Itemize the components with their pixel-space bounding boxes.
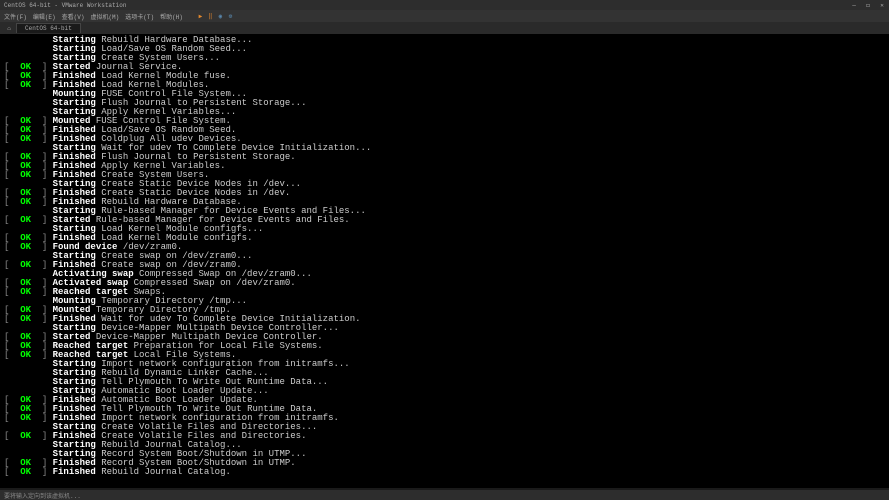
menu-help[interactable]: 帮助(H): [160, 12, 183, 21]
menubar: 文件(F) 编辑(E) 查看(V) 虚拟机(M) 选项卡(T) 帮助(H) ▶ …: [0, 10, 889, 22]
snapshot-icon[interactable]: ◉: [217, 13, 224, 20]
statusbar: 要将输入定向到该虚拟机...: [0, 490, 889, 500]
titlebar: CentOS 64-bit - VMware Workstation — ◻ ✕: [0, 0, 889, 10]
menu-edit[interactable]: 编辑(E): [33, 12, 56, 21]
maximize-button[interactable]: ◻: [861, 0, 875, 10]
home-tab-icon[interactable]: ⌂: [4, 25, 14, 32]
window-buttons: — ◻ ✕: [847, 0, 889, 10]
console-line: [ OK ] Finished Rebuild Journal Catalog.: [4, 468, 885, 477]
play-icon[interactable]: ▶: [197, 13, 204, 20]
settings-icon[interactable]: ⚙: [227, 13, 234, 20]
statusbar-text: 要将输入定向到该虚拟机...: [4, 493, 81, 500]
console-output[interactable]: Starting Rebuild Hardware Database... St…: [0, 34, 889, 488]
menu-vm[interactable]: 虚拟机(M): [90, 12, 119, 21]
menu-tabs[interactable]: 选项卡(T): [125, 12, 154, 21]
toolbar: ▶ ‖ ◉ ⚙: [197, 13, 234, 20]
pause-icon[interactable]: ‖: [207, 13, 214, 20]
menu-file[interactable]: 文件(F): [4, 12, 27, 21]
tabbar: ⌂ CentOS 64-bit: [0, 22, 889, 34]
window-title: CentOS 64-bit - VMware Workstation: [4, 2, 126, 9]
close-button[interactable]: ✕: [875, 0, 889, 10]
tab-active[interactable]: CentOS 64-bit: [16, 23, 81, 33]
menu-view[interactable]: 查看(V): [62, 12, 85, 21]
minimize-button[interactable]: —: [847, 0, 861, 10]
